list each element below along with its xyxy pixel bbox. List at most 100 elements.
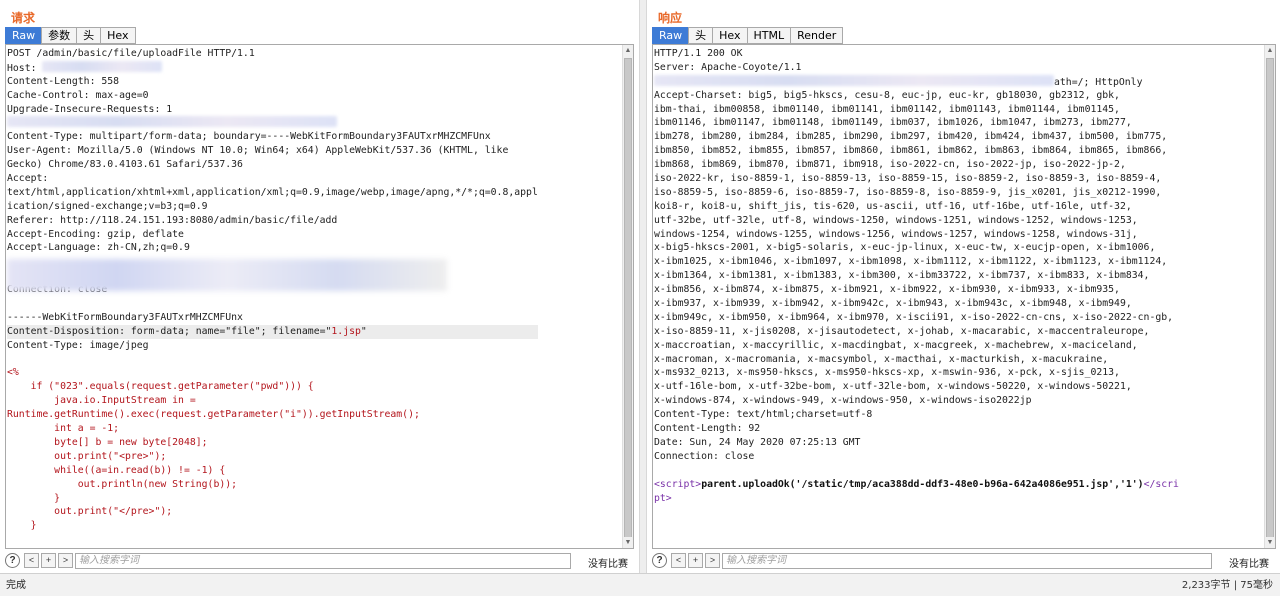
response-tab-html[interactable]: HTML — [746, 27, 791, 44]
code-line: Server: Apache-Coyote/1.1 — [654, 61, 802, 73]
code-line: int a = -1; — [7, 423, 120, 435]
code-line: } — [7, 492, 61, 504]
help-icon[interactable]: ? — [652, 553, 667, 568]
code-line: Content-Type: image/jpeg — [7, 339, 149, 351]
request-tab-params[interactable]: 参数 — [41, 27, 77, 44]
request-search-input[interactable] — [75, 552, 571, 569]
response-scrollbar[interactable]: ▲ ▼ — [1264, 45, 1275, 548]
request-editor[interactable]: POST /admin/basic/file/uploadFile HTTP/1… — [5, 44, 634, 549]
scroll-up-icon[interactable]: ▲ — [1265, 45, 1275, 56]
request-scrollbar[interactable]: ▲ ▼ — [622, 45, 633, 548]
response-tab-render[interactable]: Render — [790, 27, 844, 44]
code-line: Content-Length: 558 — [7, 75, 120, 87]
redacted-block — [7, 259, 447, 291]
code-line: x-ms932_0213, x-ms950-hkscs, x-ms950-hks… — [654, 367, 1120, 379]
code-line: out.println(new String(b)); — [7, 478, 238, 490]
add-search-button[interactable]: + — [688, 553, 703, 568]
status-text: 完成 — [6, 580, 26, 591]
response-search-input[interactable] — [722, 552, 1212, 569]
code-line: utf-32be, utf-32le, utf-8, windows-1250,… — [654, 214, 1138, 226]
code-line: x-macroman, x-macromania, x-macsymbol, x… — [654, 353, 1109, 365]
code-line: Upgrade-Insecure-Requests: 1 — [7, 103, 173, 115]
response-body-text[interactable]: HTTP/1.1 200 OK Server: Apache-Coyote/1.1… — [654, 47, 1179, 505]
code-line: Accept-Language: zh-CN,zh;q=0.9 — [7, 242, 190, 254]
code-line: windows-1254, windows-1255, windows-1256… — [654, 228, 1138, 240]
code-line: x-ibm937, x-ibm939, x-ibm942, x-ibm942c,… — [654, 298, 1132, 310]
code-line: x-ibm1364, x-ibm1381, x-ibm1383, x-ibm30… — [654, 270, 1150, 282]
scroll-down-icon[interactable]: ▼ — [623, 537, 633, 548]
code-line: Host: — [7, 60, 538, 75]
code-line: ath=/; HttpOnly — [654, 74, 1179, 89]
code-line: text/html,application/xhtml+xml,applicat… — [7, 186, 538, 198]
code-line: Accept: — [7, 173, 49, 185]
prev-match-button[interactable]: < — [24, 553, 39, 568]
response-tab-headers[interactable]: 头 — [688, 27, 713, 44]
code-line: Connection: close — [654, 450, 755, 462]
code-line: koi8-r, koi8-u, shift_jis, tis-620, us-a… — [654, 200, 1132, 212]
code-line: Content-Type: text/html;charset=utf-8 — [654, 409, 873, 421]
code-line: x-ibm949c, x-ibm950, x-ibm964, x-ibm970,… — [654, 311, 1174, 323]
response-pane: 响应 Raw 头 Hex HTML Render HTTP/1.1 200 OK… — [647, 0, 1280, 573]
scroll-down-icon[interactable]: ▼ — [1265, 537, 1275, 548]
redacted-text — [7, 116, 337, 128]
redacted-text — [654, 74, 1054, 86]
code-line: Content-Length: 92 — [654, 423, 761, 435]
code-line: pt> — [654, 492, 672, 504]
response-no-match: 没有比赛 — [1229, 559, 1269, 570]
response-tab-hex[interactable]: Hex — [712, 27, 747, 44]
response-editor[interactable]: HTTP/1.1 200 OK Server: Apache-Coyote/1.1… — [652, 44, 1276, 549]
help-icon[interactable]: ? — [5, 553, 20, 568]
code-line: ibm850, ibm852, ibm855, ibm857, ibm860, … — [654, 145, 1168, 157]
response-tabs: Raw 头 Hex HTML Render — [652, 27, 844, 44]
code-line: ------WebKitFormBoundary3FAUTxrMHZCMFUnx — [7, 311, 243, 323]
code-line: User-Agent: Mozilla/5.0 (Windows NT 10.0… — [7, 145, 509, 157]
request-scroll-thumb[interactable] — [624, 58, 632, 539]
request-tab-headers[interactable]: 头 — [76, 27, 101, 44]
code-line: Referer: http://118.24.151.193:8080/admi… — [7, 214, 338, 226]
request-title: 请求 — [11, 11, 36, 25]
code-line: ication/signed-exchange;v=b3;q=0.9 — [7, 200, 208, 212]
code-line: iso-2022-kr, iso-8859-1, iso-8859-13, is… — [654, 173, 1162, 185]
status-bar: 完成 2,233字节 | 75毫秒 — [0, 573, 1280, 596]
next-match-button[interactable]: > — [705, 553, 720, 568]
response-scroll-thumb[interactable] — [1266, 58, 1274, 538]
code-line: Gecko) Chrome/83.0.4103.61 Safari/537.36 — [7, 159, 243, 171]
code-line: x-windows-874, x-windows-949, x-windows-… — [654, 395, 1032, 407]
code-line: ibm01146, ibm01147, ibm01148, ibm01149, … — [654, 117, 1132, 129]
pane-divider[interactable] — [639, 0, 647, 573]
add-search-button[interactable]: + — [41, 553, 56, 568]
code-line: ibm868, ibm869, ibm870, ibm871, ibm918, … — [654, 159, 1126, 171]
code-line: iso-8859-5, iso-8859-6, iso-8859-7, iso-… — [654, 186, 1162, 198]
code-line: x-utf-16le-bom, x-utf-32be-bom, x-utf-32… — [654, 381, 1132, 393]
scroll-up-icon[interactable]: ▲ — [623, 45, 633, 56]
code-line: HTTP/1.1 200 OK — [654, 48, 743, 59]
response-tab-raw[interactable]: Raw — [652, 27, 689, 44]
next-match-button[interactable]: > — [58, 553, 73, 568]
code-line: x-iso-8859-11, x-jis0208, x-jisautodetec… — [654, 325, 1150, 337]
code-line: byte[] b = new byte[2048]; — [7, 436, 208, 448]
code-line: ibm278, ibm280, ibm284, ibm285, ibm290, … — [654, 131, 1168, 143]
code-line: x-ibm1025, x-ibm1046, x-ibm1097, x-ibm10… — [654, 256, 1168, 268]
response-size-timing: 2,233字节 | 75毫秒 — [1181, 580, 1273, 591]
redacted-text — [42, 60, 163, 72]
request-tab-hex[interactable]: Hex — [100, 27, 136, 44]
code-line: out.print("<pre>"); — [7, 450, 167, 462]
code-line — [7, 116, 538, 130]
code-line: if ("023".equals(request.getParameter("p… — [7, 381, 314, 393]
code-line: } — [7, 520, 37, 532]
request-no-match: 没有比赛 — [588, 559, 628, 570]
code-line: out.print("</pre>"); — [7, 506, 173, 518]
request-tabs: Raw 参数 头 Hex — [5, 27, 136, 44]
request-tab-raw[interactable]: Raw — [5, 27, 42, 44]
response-title: 响应 — [658, 11, 683, 25]
code-line: while((a=in.read(b)) != -1) { — [7, 464, 226, 476]
prev-match-button[interactable]: < — [671, 553, 686, 568]
code-line: x-ibm856, x-ibm874, x-ibm875, x-ibm921, … — [654, 284, 1120, 296]
response-search-bar: ? < + > — [652, 551, 1212, 570]
code-line: Date: Sun, 24 May 2020 07:25:13 GMT — [654, 436, 861, 448]
code-line: Content-Type: multipart/form-data; bound… — [7, 131, 491, 143]
code-line: Accept-Encoding: gzip, deflate — [7, 228, 184, 240]
code-line: <% — [7, 367, 19, 379]
